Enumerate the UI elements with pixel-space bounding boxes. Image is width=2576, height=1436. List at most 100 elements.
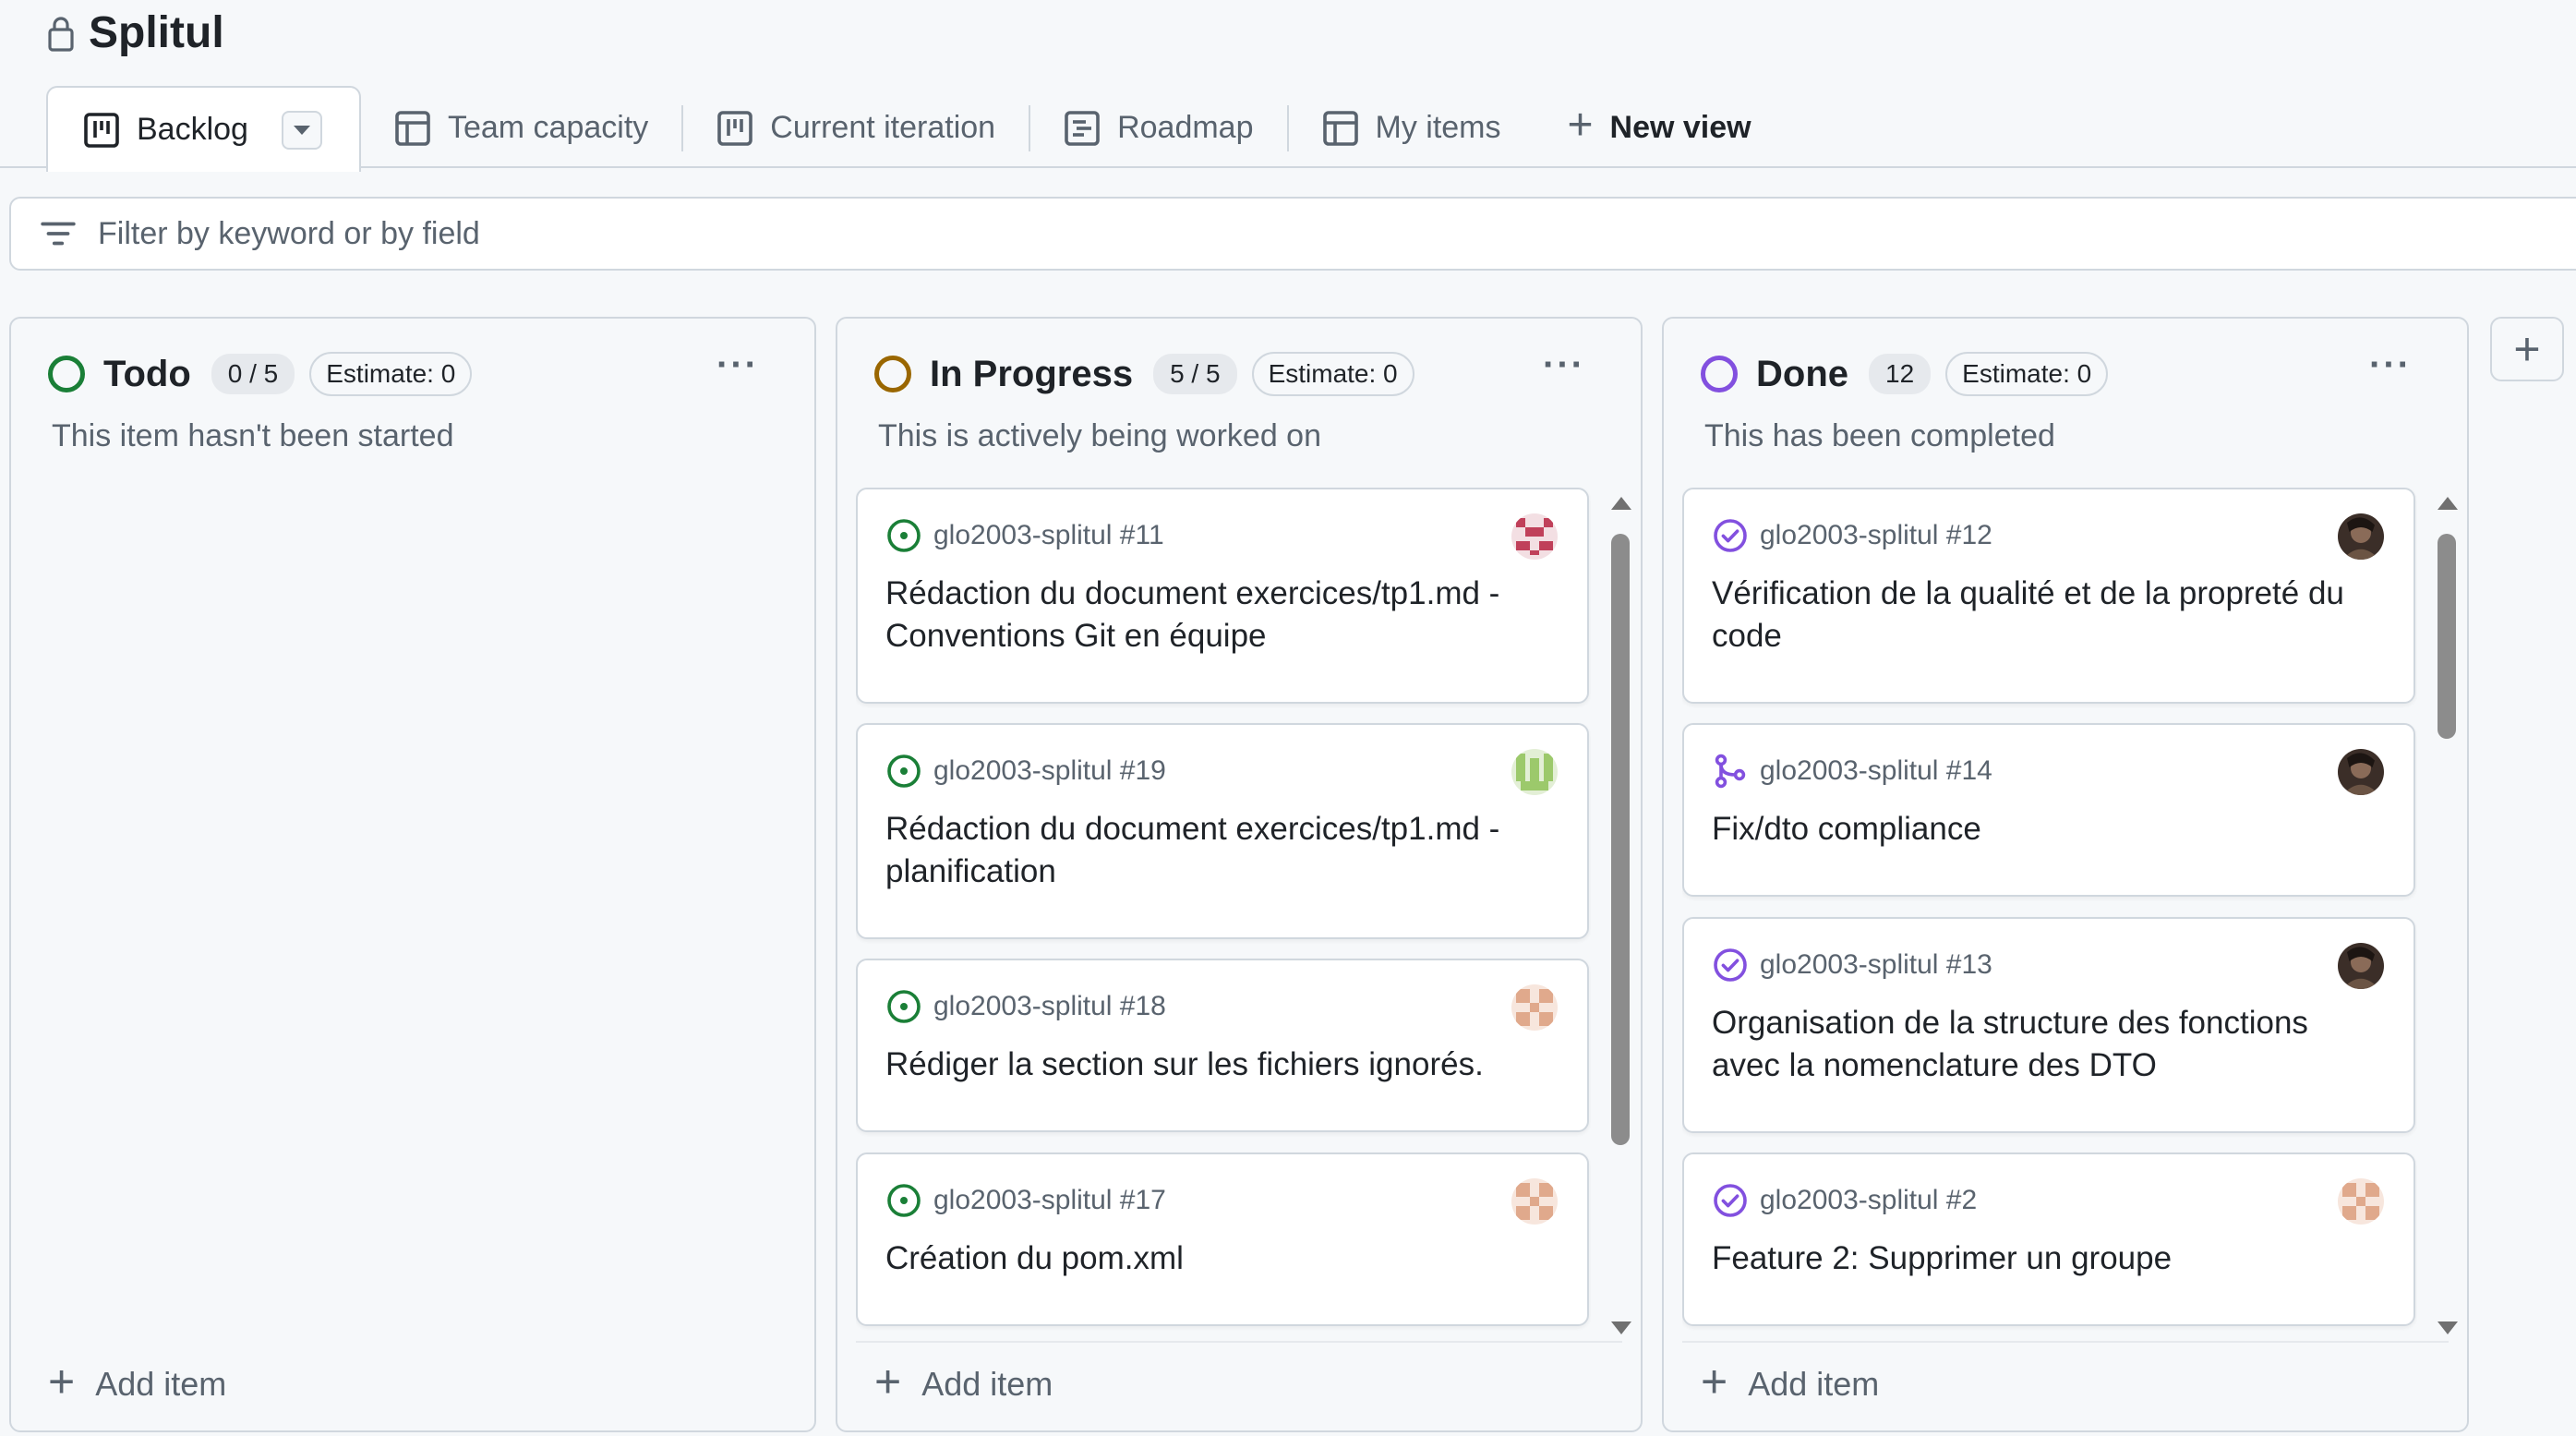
scroll-up-arrow[interactable] [1611,497,1631,510]
card-meta: glo2003-splitul #11 [885,517,1164,554]
scroll-down-arrow[interactable] [1611,1321,1631,1334]
view-options-dropdown[interactable] [281,110,322,150]
add-item-label: Add item [921,1365,1053,1403]
avatar[interactable] [1511,1178,1558,1225]
scroll-thumb[interactable] [1611,534,1630,1145]
avatar[interactable] [1511,984,1558,1031]
tab-label: Current iteration [770,110,996,145]
tab-label: Team capacity [447,110,649,145]
board-icon [717,110,753,146]
closed-issue-icon [1714,1184,1747,1217]
card-ref: glo2003-splitul #2 [1760,1185,1978,1215]
plus-icon: + [1567,100,1594,150]
column-menu-button[interactable]: ··· [716,346,759,383]
card-title[interactable]: Création du pom.xml [885,1237,1550,1280]
column-description: This has been completed [1704,418,2055,453]
roadmap-icon [1065,110,1100,146]
card-title[interactable]: Fix/dto compliance [1712,808,2377,851]
column-description: This is actively being worked on [878,418,1322,453]
scroll-down-arrow[interactable] [2438,1321,2458,1334]
plus-icon: + [874,1356,902,1407]
avatar[interactable] [2338,943,2384,989]
plus-icon: + [2513,323,2541,375]
new-view-button[interactable]: + New view [1535,86,1785,170]
avatar[interactable] [2338,749,2384,795]
issue-card[interactable]: glo2003-splitul #18 Rédiger la section s… [856,959,1589,1132]
issue-card[interactable]: glo2003-splitul #11 Rédaction du documen… [856,488,1589,704]
add-item-button[interactable]: + Add item [48,1358,226,1405]
card-meta: glo2003-splitul #13 [1712,947,1992,983]
card-list: glo2003-splitul #11 Rédaction du documen… [856,488,1591,1337]
column-todo: Todo 0 / 5 Estimate: 0 ··· This item has… [9,317,816,1432]
card-title[interactable]: Feature 2: Supprimer un groupe [1712,1237,2377,1280]
card-ref: glo2003-splitul #19 [933,755,1166,786]
avatar[interactable] [2338,1178,2384,1225]
avatar[interactable] [2338,513,2384,560]
column-menu-button[interactable]: ··· [2369,346,2412,383]
card-list: glo2003-splitul #12 Vérification de la q… [1682,488,2417,1337]
status-done-icon [1701,356,1738,392]
card-ref: glo2003-splitul #18 [933,991,1166,1021]
column-title: Todo [103,353,191,394]
filter-icon [41,222,76,246]
tab-label: My items [1375,110,1501,145]
lock-icon [48,16,74,52]
tab-backlog[interactable]: Backlog [46,86,361,172]
tab-label: Backlog [137,112,248,147]
tab-team-capacity[interactable]: Team capacity [361,86,681,170]
tab-label: Roadmap [1117,110,1254,145]
view-tabs: Backlog Team capacity Current iteration … [46,86,1785,172]
add-item-button[interactable]: + Add item [1701,1358,1880,1405]
card-title[interactable]: Organisation de la structure des fonctio… [1712,1002,2377,1087]
issue-card[interactable]: glo2003-splitul #12 Vérification de la q… [1682,488,2415,704]
column-scrollbar[interactable] [1606,497,1633,1334]
tab-my-items[interactable]: My items [1289,86,1535,170]
card-title[interactable]: Vérification de la qualité et de la prop… [1712,573,2377,658]
card-ref: glo2003-splitul #12 [1760,520,1992,550]
card-ref: glo2003-splitul #14 [1760,755,1992,786]
closed-issue-icon [1714,519,1747,552]
card-ref: glo2003-splitul #11 [933,520,1164,550]
project-header: Splitul Backlog Team capacity Current it… [0,0,2576,172]
divider [1682,1341,2449,1343]
avatar[interactable] [1511,513,1558,560]
column-title: In Progress [930,353,1134,394]
column-done: Done 12 Estimate: 0 ··· This has been co… [1662,317,2469,1432]
divider [856,1341,1622,1343]
column-menu-button[interactable]: ··· [1543,346,1585,383]
issue-card[interactable]: glo2003-splitul #2 Feature 2: Supprimer … [1682,1152,2415,1326]
issue-card[interactable]: glo2003-splitul #17 Création du pom.xml [856,1152,1589,1326]
column-header: Todo 0 / 5 Estimate: 0 [48,352,473,396]
add-column-button[interactable]: + [2490,317,2564,381]
card-title[interactable]: Rédiger la section sur les fichiers igno… [885,1044,1550,1086]
triangle-down-icon [293,125,310,135]
issue-card[interactable]: glo2003-splitul #19 Rédaction du documen… [856,723,1589,939]
table-icon [395,110,430,146]
column-description: This item hasn't been started [52,418,454,453]
filter-bar[interactable] [9,197,2576,271]
closed-issue-icon [1714,948,1747,982]
tab-current-iteration[interactable]: Current iteration [683,86,1029,170]
add-item-button[interactable]: + Add item [874,1358,1053,1405]
scroll-up-arrow[interactable] [2438,497,2458,510]
plus-icon: + [1701,1356,1728,1407]
estimate-badge: Estimate: 0 [309,352,473,396]
card-meta: glo2003-splitul #12 [1712,517,1992,554]
card-meta: glo2003-splitul #17 [885,1182,1166,1219]
avatar[interactable] [1511,749,1558,795]
pull-request-card[interactable]: glo2003-splitul #14 Fix/dto compliance [1682,723,2415,897]
card-title[interactable]: Rédaction du document exercices/tp1.md -… [885,573,1550,658]
project-title: Splitul [89,8,224,57]
merged-pr-icon [1715,754,1746,789]
add-item-label: Add item [1748,1365,1880,1403]
plus-icon: + [48,1356,76,1407]
column-scrollbar[interactable] [2432,497,2460,1334]
filter-input[interactable] [98,215,1206,252]
issue-card[interactable]: glo2003-splitul #13 Organisation de la s… [1682,917,2415,1133]
card-meta: glo2003-splitul #19 [885,753,1166,790]
card-title[interactable]: Rédaction du document exercices/tp1.md -… [885,808,1550,893]
scroll-thumb[interactable] [2438,534,2456,739]
column-title: Done [1756,353,1848,394]
tab-roadmap[interactable]: Roadmap [1030,86,1286,170]
title-row: Splitul [46,7,224,58]
